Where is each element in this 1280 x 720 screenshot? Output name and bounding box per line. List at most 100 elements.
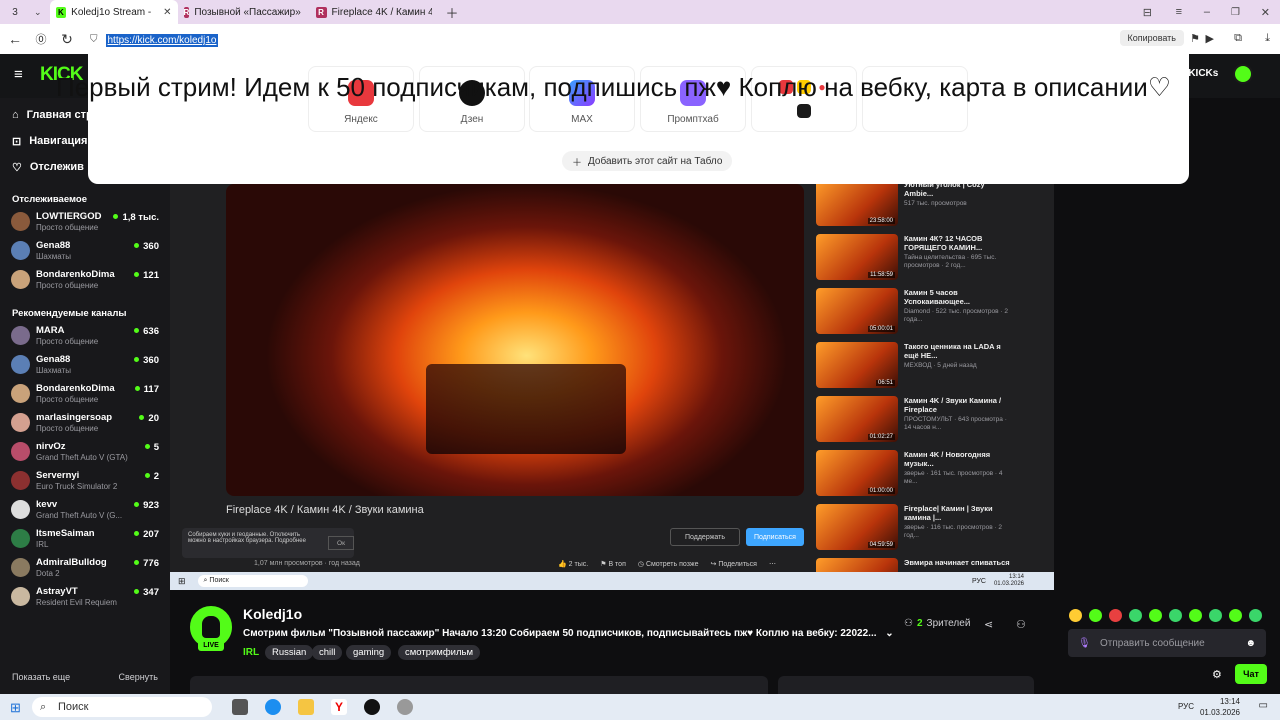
yandex-browser-icon[interactable]: Y: [331, 699, 347, 715]
channel-item[interactable]: BondarenkoDima Просто общение 117: [0, 381, 170, 410]
explorer-icon[interactable]: [298, 699, 314, 715]
chat-send-button[interactable]: Чат: [1235, 664, 1267, 684]
tag[interactable]: смотримфильм: [398, 645, 480, 660]
collapse-link[interactable]: Свернуть: [119, 672, 158, 682]
channel-item[interactable]: kevv Grand Theft Auto V (G... 923: [0, 497, 170, 526]
close-icon[interactable]: ✕: [163, 7, 171, 18]
video-duration: 05:00:01: [867, 326, 895, 332]
app-icon[interactable]: [364, 699, 380, 715]
taskbar-search[interactable]: ⌕ Поиск: [32, 697, 212, 717]
close-window-icon[interactable]: ✕: [1261, 6, 1270, 19]
share-label: Поделиться: [718, 561, 757, 568]
recommended-video-item[interactable]: 01:00:00 Камин 4K / Новогодняя музык... зв…: [816, 448, 1036, 502]
tag[interactable]: Russian: [265, 645, 314, 660]
notification-icon[interactable]: ▭: [1259, 700, 1268, 711]
emote-icon[interactable]: [1129, 609, 1142, 622]
video-thumbnail: 06:51: [816, 342, 898, 388]
copy-url-button[interactable]: Копировать: [1119, 30, 1184, 46]
bookmark-star-icon[interactable]: ⚑: [1190, 32, 1200, 45]
emote-icon[interactable]: [1229, 609, 1242, 622]
tag[interactable]: gaming: [346, 645, 392, 660]
channel-item[interactable]: Servernyi Euro Truck Simulator 22: [0, 468, 170, 497]
edge-icon[interactable]: [265, 699, 281, 715]
tab-count[interactable]: 3: [4, 3, 26, 21]
share-button[interactable]: ↪ Поделиться: [711, 560, 757, 568]
inner-taskbar: ⊞ ⌕ Поиск РУС 13:14 01.03.2026: [170, 572, 1054, 590]
mic-icon[interactable]: 🎙: [1078, 638, 1091, 649]
hamburger-icon[interactable]: ≡: [14, 66, 23, 83]
follow-icon[interactable]: ⚇: [1016, 618, 1026, 631]
channel-item[interactable]: LOWTIERGOD Просто общение 1,8 тыс.: [0, 209, 170, 238]
channel-item[interactable]: MARA Просто общение 636: [0, 323, 170, 352]
recommended-video-item[interactable]: 04:59:59 Fireplace| Камин | Звуки камина …: [816, 502, 1036, 556]
minimize-icon[interactable]: –: [1204, 6, 1210, 18]
user-avatar[interactable]: [1233, 64, 1253, 84]
recommended-video-item[interactable]: 01:02:27 Камин 4K / Звуки Камина / Firepl…: [816, 394, 1036, 448]
channel-item[interactable]: Gena88 Шахматы 360: [0, 238, 170, 267]
downloads-icon[interactable]: ⤓: [1265, 32, 1270, 45]
top-button[interactable]: ⚑ В топ: [600, 560, 626, 568]
subscribe-button[interactable]: Подписаться: [746, 528, 804, 546]
app-icon[interactable]: [397, 699, 413, 715]
maximize-icon[interactable]: ❐: [1231, 7, 1240, 18]
like-button[interactable]: 👍 2 тыс.: [558, 560, 588, 568]
channel-item[interactable]: Gena88 Шахматы 360: [0, 352, 170, 381]
tab-fireplace[interactable]: R Fireplace 4K / Камин 4K /: [310, 0, 440, 24]
channel-name[interactable]: Koledj1o: [243, 606, 302, 622]
recommended-video-item[interactable]: 23:58:00 Уютный уголок | Cozy Ambie... 517…: [816, 178, 1036, 232]
emote-icon[interactable]: [1089, 609, 1102, 622]
video-thumbnail: 05:00:01: [816, 288, 898, 334]
channel-item-viewers: 1,8 тыс.: [113, 212, 159, 223]
recommended-video-item[interactable]: 05:00:01 Камин 5 часов Успокаивающее... Di…: [816, 286, 1036, 340]
taskbar-clock[interactable]: 13:14 01.03.2026: [1200, 696, 1240, 718]
add-site-button[interactable]: ＋ Добавить этот сайт на Табло: [562, 151, 733, 171]
support-button[interactable]: Поддержать: [670, 528, 740, 546]
video-item-title: Камин 4K / Новогодняя музык...: [904, 450, 991, 468]
chat-input[interactable]: 🎙 Отправить сообщение ☻: [1068, 629, 1266, 657]
back-icon[interactable]: ←: [2, 26, 28, 52]
bookmark-icon[interactable]: ⊟: [1143, 6, 1152, 19]
url-field[interactable]: https://kick.com/koledj1o: [105, 30, 219, 48]
chevron-down-icon[interactable]: ⌄: [885, 628, 893, 639]
show-more-link[interactable]: Показать еще: [12, 672, 70, 682]
gear-icon[interactable]: ⚙: [1212, 668, 1222, 681]
emote-icon[interactable]: [1249, 609, 1262, 622]
channel-item[interactable]: AdmiralBulldog Dota 2 776: [0, 555, 170, 584]
channel-item[interactable]: marlasingersoap Просто общение 20: [0, 410, 170, 439]
emote-icon[interactable]: [1189, 609, 1202, 622]
fireplace-video[interactable]: [226, 184, 804, 496]
chevron-down-icon[interactable]: ⌄: [34, 7, 42, 18]
avatar-face: [202, 616, 220, 638]
leaderboard-panel: [778, 676, 1034, 694]
more-icon[interactable]: ⋯: [769, 560, 776, 568]
emote-icon[interactable]: [1209, 609, 1222, 622]
taskbar-lang[interactable]: РУС: [1178, 702, 1194, 711]
emote-icon[interactable]: [1069, 609, 1082, 622]
share-icon[interactable]: ⋖: [984, 618, 993, 631]
viewers-label: Зрителей: [926, 618, 971, 629]
channel-item[interactable]: AstrayVT Resident Evil Requiem 347: [0, 584, 170, 613]
task-view-icon[interactable]: [232, 699, 248, 715]
yandex-id-icon[interactable]: ⓪: [28, 26, 54, 52]
new-tab-icon[interactable]: ＋: [446, 3, 459, 22]
emote-icon[interactable]: [1109, 609, 1122, 622]
watch-later-button[interactable]: ◷ Смотреть позже: [638, 560, 699, 568]
channel-item[interactable]: nirvOz Grand Theft Auto V (GTA) 5: [0, 439, 170, 468]
channel-item[interactable]: ItsmeSaiman IRL 207: [0, 526, 170, 555]
tab-kick-stream[interactable]: K Koledj1o Stream - Watc ✕: [49, 0, 178, 24]
stream-category[interactable]: IRL: [243, 647, 259, 658]
tag[interactable]: chill: [312, 645, 343, 660]
recommended-video-item[interactable]: 11:58:59 Камин 4К? 12 ЧАСОВ ГОРЯЩЕГО КАМИ…: [816, 232, 1036, 286]
emoji-icon[interactable]: ☻: [1245, 638, 1256, 649]
collections-icon[interactable]: ⧉: [1234, 32, 1242, 45]
reload-icon[interactable]: ↻: [54, 26, 80, 52]
menu-icon[interactable]: ≡: [1176, 6, 1182, 18]
windows-start-icon[interactable]: ⊞: [10, 700, 21, 716]
emote-icon[interactable]: [1169, 609, 1182, 622]
player-icon[interactable]: ▶: [1206, 32, 1214, 45]
channel-item[interactable]: BondarenkoDima Просто общение 121: [0, 267, 170, 296]
emote-icon[interactable]: [1149, 609, 1162, 622]
recommended-video-item[interactable]: 06:51 Такого ценника на LADA я ещё НЕ... М…: [816, 340, 1036, 394]
cookie-ok-button[interactable]: Ок: [328, 536, 354, 550]
tab-film[interactable]: R Позывной «Пассажир»: [178, 0, 306, 24]
